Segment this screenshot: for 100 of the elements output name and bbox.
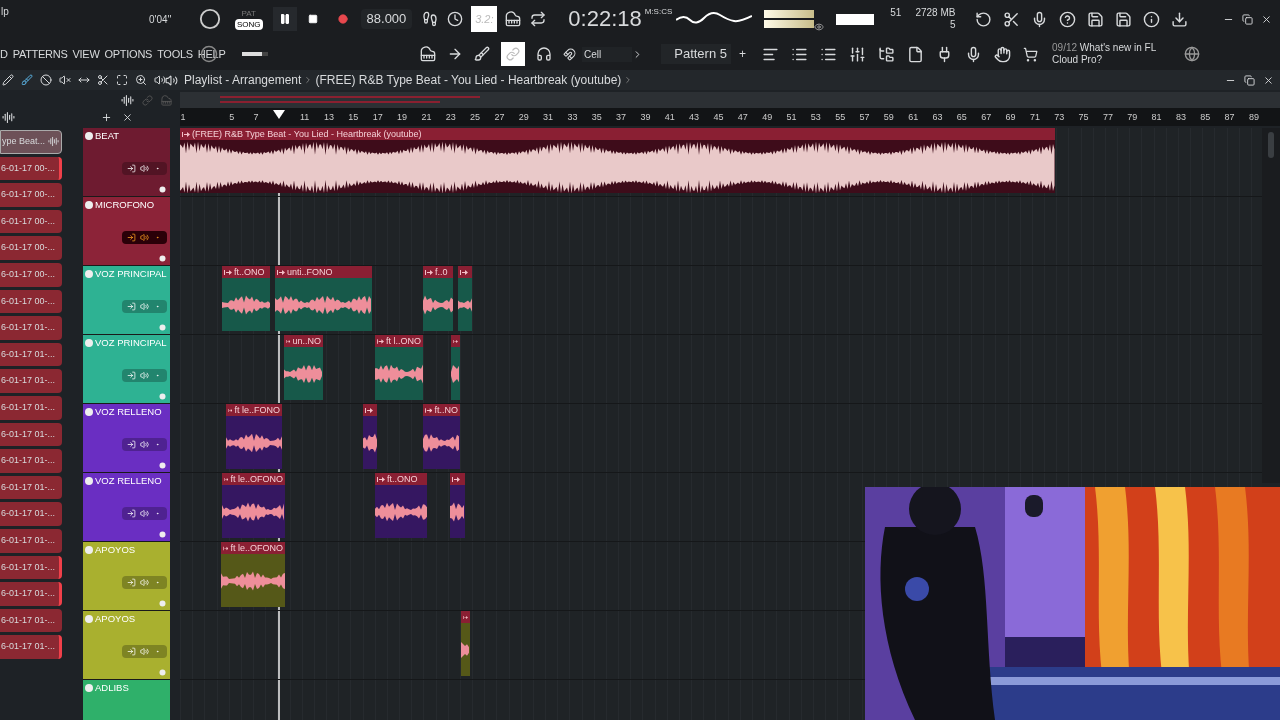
clip-label: ft..NO bbox=[434, 405, 458, 415]
browser-item[interactable]: 6-01-17 00-... bbox=[0, 156, 62, 181]
ruler-number: 63 bbox=[932, 111, 943, 124]
menu-item[interactable]: D bbox=[0, 45, 8, 63]
track-header[interactable]: VOZ RELLENO bbox=[83, 404, 170, 473]
ruler-number: 31 bbox=[543, 111, 554, 124]
ruler-number: 29 bbox=[518, 111, 529, 124]
track-name: VOZ RELLENO bbox=[95, 474, 162, 488]
timeline-ruler[interactable]: 1 5 7 11 13 15 17 19 21 23 25 27 29 31 33 35 37 39 41 43 45 47 49 51 53 55 57 59 61 63 65 67 69 71 73 75 77 79 81 83 85 87 89 bbox=[180, 108, 1280, 126]
ruler-number: 65 bbox=[956, 111, 967, 124]
mode-toggle[interactable]: SONG bbox=[235, 19, 263, 30]
clip-label: ft l..ONO bbox=[386, 336, 421, 346]
browser-item[interactable]: 6-01-17 01-... bbox=[0, 555, 62, 580]
news-panel[interactable]: 09/12 What's new in FL Cloud Pro? bbox=[1052, 42, 1174, 66]
ruler-number: 7 bbox=[253, 111, 259, 124]
clip-label: ft le..OFONO bbox=[230, 474, 283, 484]
clip-label: ft..ONO bbox=[234, 267, 265, 277]
clip-label: unti..FONO bbox=[287, 267, 333, 277]
polyphony-value: 5 bbox=[949, 19, 956, 31]
browser-item[interactable]: 6-01-17 01-... bbox=[0, 342, 62, 367]
pattern-selector[interactable]: Pattern 5 bbox=[661, 44, 731, 64]
browser-item[interactable]: 6-01-17 01-... bbox=[0, 608, 62, 633]
ruler-number: 79 bbox=[1127, 111, 1138, 124]
menu-item[interactable]: PATTERNS bbox=[12, 45, 68, 63]
audio-clip[interactable]: ft le..FONO bbox=[226, 404, 282, 469]
browser-item[interactable]: ype Beat... bbox=[0, 130, 62, 154]
menu-item[interactable]: HELP bbox=[197, 45, 226, 63]
menu-item[interactable]: TOOLS bbox=[157, 45, 193, 63]
ruler-number: 59 bbox=[883, 111, 894, 124]
track-header[interactable]: BEAT bbox=[83, 128, 170, 197]
add-pattern-button[interactable]: + bbox=[739, 45, 746, 63]
browser-item[interactable]: 6-01-17 01-... bbox=[0, 395, 62, 420]
ruler-number: 85 bbox=[1200, 111, 1211, 124]
clip-label: ft le..OFONO bbox=[230, 543, 283, 553]
track-name: VOZ PRINCIPAL bbox=[95, 336, 167, 350]
ruler-number: 43 bbox=[689, 111, 700, 124]
browser-item[interactable]: 6-01-17 01-... bbox=[0, 502, 62, 526]
browser-item[interactable]: 6-01-17 00-... bbox=[0, 209, 62, 234]
browser-item[interactable]: 6-01-17 01-... bbox=[0, 316, 62, 340]
ruler-number: 27 bbox=[494, 111, 505, 124]
browser-item[interactable]: 6-01-17 01-... bbox=[0, 369, 62, 393]
track-header[interactable]: MICROFONO bbox=[83, 197, 170, 266]
audio-clip[interactable]: un..NO bbox=[284, 335, 323, 400]
track-name: APOYOS bbox=[95, 612, 136, 626]
audio-clip[interactable]: (FREE) R&B Type Beat - You Lied - Heartbreak (youtube) bbox=[180, 128, 1055, 193]
ruler-number: 89 bbox=[1248, 111, 1259, 124]
track-name: VOZ PRINCIPAL bbox=[95, 267, 167, 281]
browser-item[interactable]: 6-01-17 01-... bbox=[0, 635, 62, 659]
clip-label: ft le..FONO bbox=[234, 405, 280, 415]
ruler-number: 83 bbox=[1175, 111, 1186, 124]
tempo-display[interactable]: 88.000 bbox=[360, 9, 413, 29]
cpu-value: 51 bbox=[890, 6, 902, 20]
ruler-number: 57 bbox=[859, 111, 870, 124]
ruler-number: 61 bbox=[908, 111, 919, 124]
ruler-number: 33 bbox=[567, 111, 578, 124]
ruler-number: 69 bbox=[1005, 111, 1016, 124]
track-name: VOZ RELLENO bbox=[95, 405, 162, 419]
ruler-number: 41 bbox=[664, 111, 675, 124]
ruler-number: 51 bbox=[786, 111, 797, 124]
menu-item[interactable]: OPTIONS bbox=[104, 45, 153, 63]
song-position: 0'04'' bbox=[149, 12, 173, 27]
ruler-number: 87 bbox=[1224, 111, 1235, 124]
memory-value: 2728 MB bbox=[915, 7, 956, 19]
browser-item[interactable]: 6-01-17 00-... bbox=[0, 183, 62, 207]
ruler-number: 77 bbox=[1102, 111, 1113, 124]
menu-item[interactable]: VIEW bbox=[72, 45, 100, 63]
ruler-number: 39 bbox=[640, 111, 651, 124]
time-display: 0:22:18 bbox=[568, 7, 642, 31]
ruler-number: 45 bbox=[713, 111, 724, 124]
browser-item[interactable]: 6-01-17 00-... bbox=[0, 262, 62, 287]
browser-item[interactable]: 6-01-17 01-... bbox=[0, 528, 62, 553]
audio-clip[interactable]: unti..FONO bbox=[275, 266, 372, 331]
time-unit: M:S:CS bbox=[644, 7, 673, 16]
ruler-number: 15 bbox=[348, 111, 359, 124]
clip-label: (FREE) R&B Type Beat - You Lied - Heartbreak (youtube) bbox=[192, 129, 422, 139]
browser-item[interactable]: 6-01-17 01-... bbox=[0, 422, 62, 447]
audio-clip[interactable]: ft..ONO bbox=[375, 473, 427, 538]
ruler-number: 23 bbox=[445, 111, 456, 124]
browser-item[interactable]: 6-01-17 01-... bbox=[0, 449, 62, 473]
track-name: APOYOS bbox=[95, 543, 136, 557]
track-name: BEAT bbox=[95, 129, 120, 143]
ruler-number: 37 bbox=[616, 111, 627, 124]
mode-toggle[interactable]: PAT bbox=[239, 8, 258, 19]
ruler-number: 21 bbox=[421, 111, 432, 124]
audio-clip[interactable]: ft..NO bbox=[423, 404, 460, 469]
browser-item[interactable]: 6-01-17 01-... bbox=[0, 475, 62, 500]
audio-clip[interactable]: ft le..OFONO bbox=[221, 542, 285, 607]
track-header[interactable]: VOZ RELLENO bbox=[83, 473, 170, 542]
audio-clip[interactable]: ft l..ONO bbox=[375, 335, 423, 400]
audio-clip[interactable]: ft..ONO bbox=[222, 266, 270, 331]
ruler-number: 55 bbox=[835, 111, 846, 124]
audio-clip[interactable]: ft le..OFONO bbox=[222, 473, 285, 538]
audio-clip[interactable]: f..0 bbox=[423, 266, 453, 331]
song-title: (FREE) R&B Type Beat - You Lied - Heartbreak (youtube) bbox=[315, 72, 622, 89]
browser-item[interactable]: 6-01-17 00-... bbox=[0, 289, 62, 314]
ruler-number: 49 bbox=[762, 111, 773, 124]
ruler-number: 47 bbox=[737, 111, 748, 124]
snap-selector[interactable]: Cell bbox=[582, 46, 632, 62]
browser-item[interactable]: 6-01-17 00-... bbox=[0, 236, 62, 260]
browser-item[interactable]: 6-01-17 01-... bbox=[0, 582, 62, 606]
